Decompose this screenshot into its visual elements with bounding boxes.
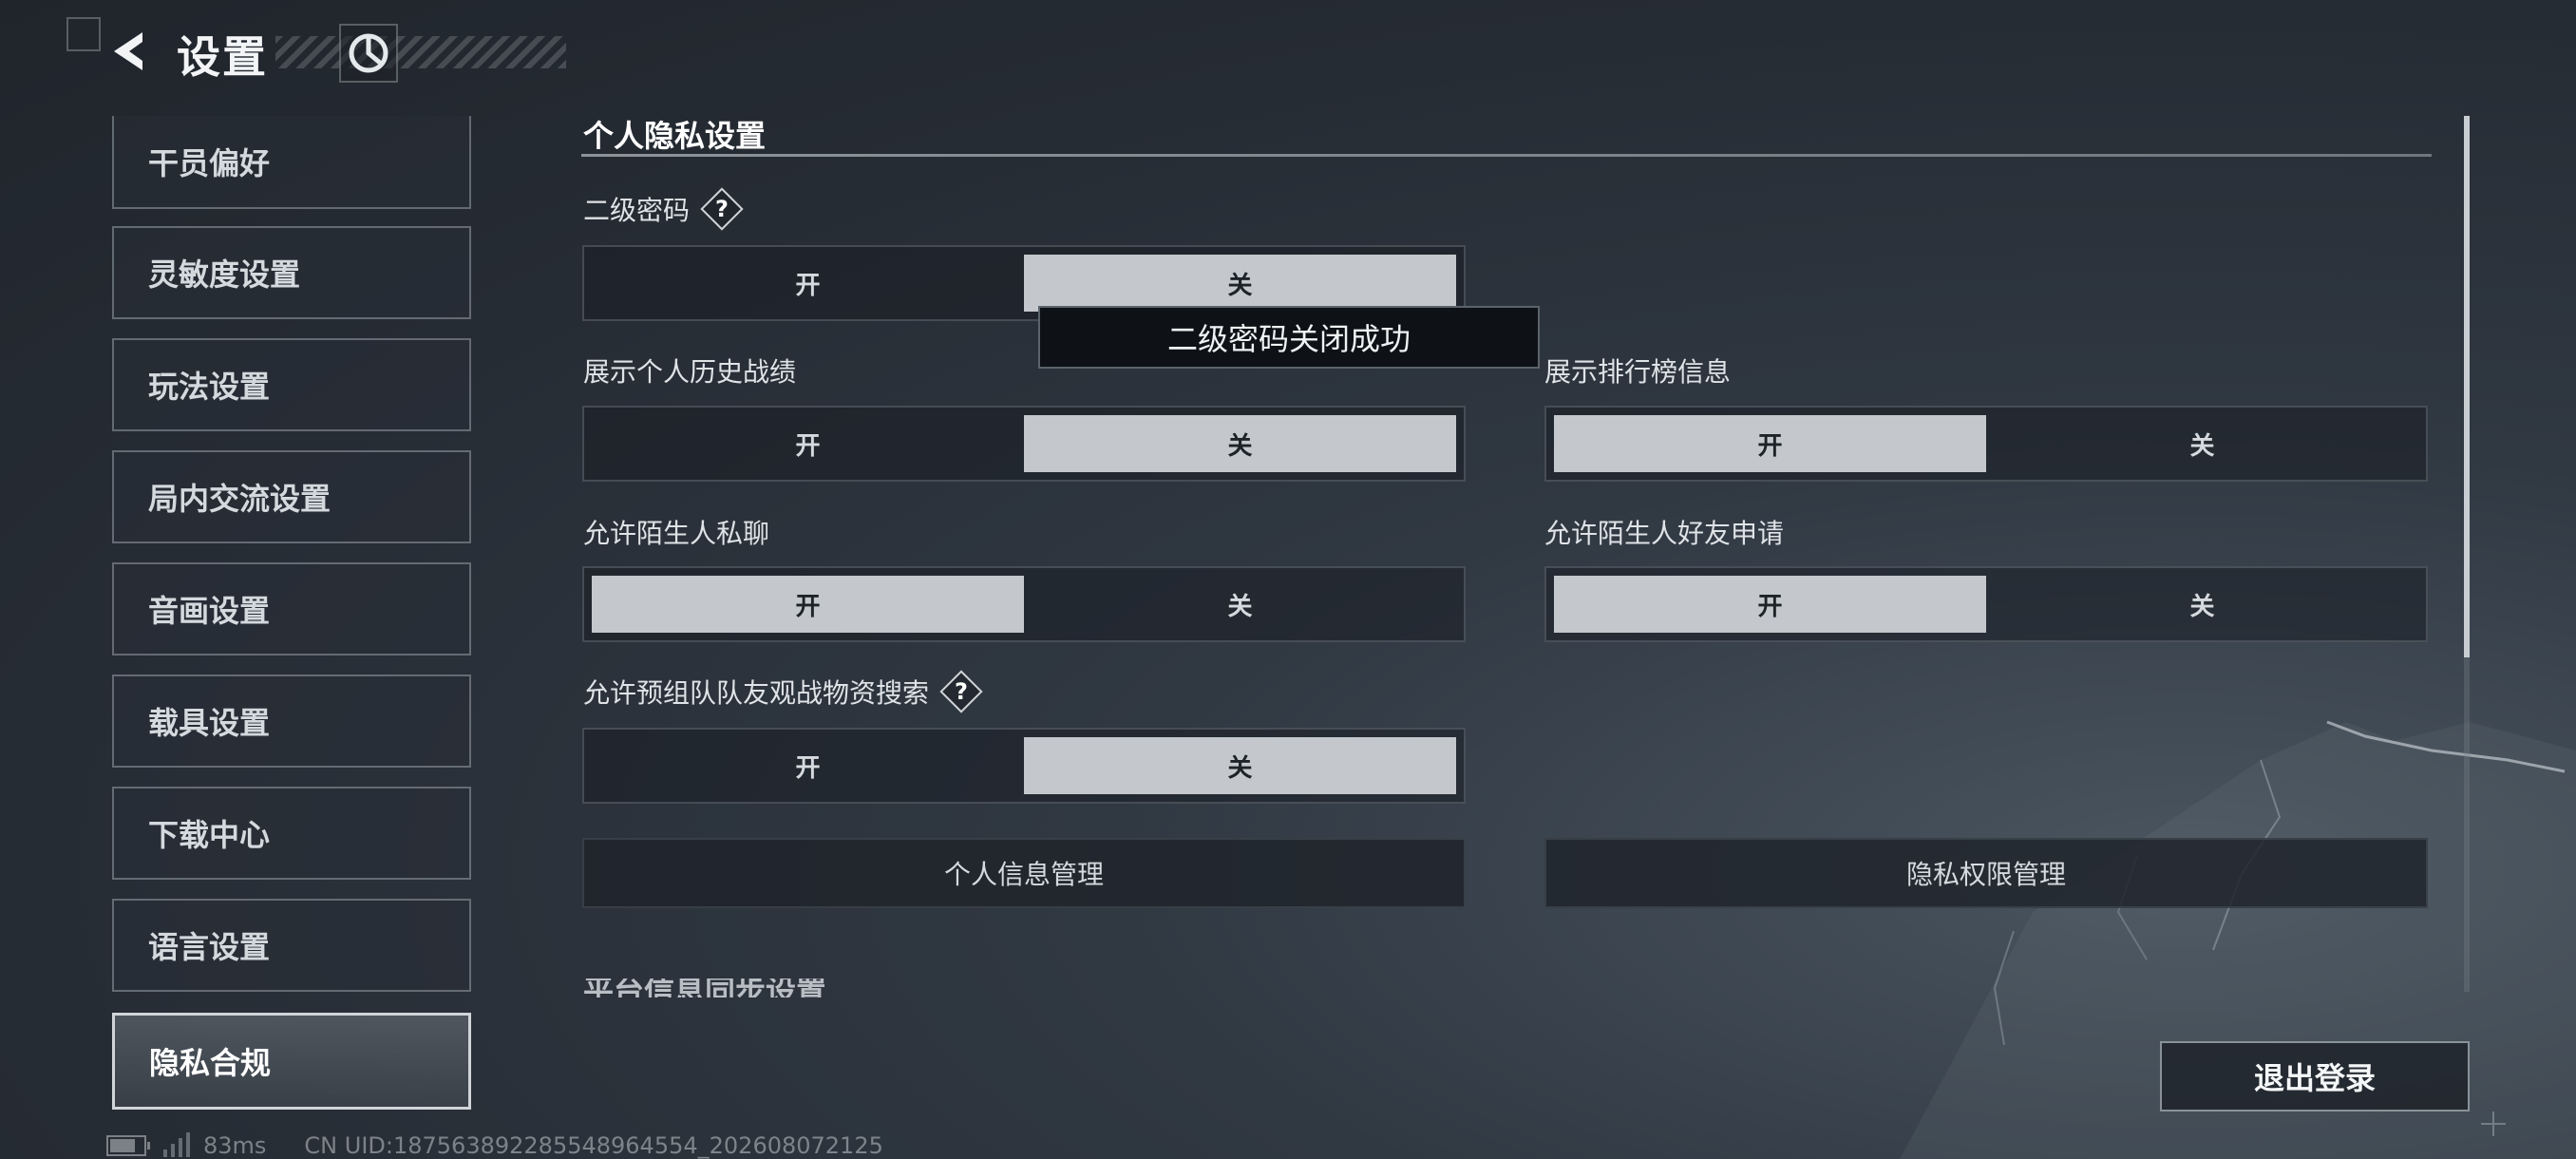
scrollbar-thumb[interactable]	[2464, 116, 2470, 657]
option-on[interactable]: 开	[592, 415, 1024, 472]
option-off[interactable]: 关	[1024, 576, 1456, 633]
back-arrow-icon	[114, 32, 142, 70]
page-title: 设置	[177, 31, 268, 83]
help-icon[interactable]: ?	[942, 673, 980, 711]
sidebar-item-gameplay[interactable]: 玩法设置	[112, 338, 471, 431]
setting-label-stranger-friend-request: 允许陌生人好友申请	[1544, 518, 1785, 549]
ping-value: 83ms	[203, 1132, 267, 1159]
toggle-show-leaderboard: 开 关	[1544, 406, 2428, 482]
setting-label-show-history: 展示个人历史战绩	[583, 356, 797, 388]
section-divider	[581, 154, 2432, 157]
sidebar-item-download-center[interactable]: 下载中心	[112, 787, 471, 880]
plus-icon	[2481, 1112, 2506, 1136]
option-on[interactable]: 开	[592, 576, 1024, 633]
title-stripe-decoration	[275, 36, 566, 68]
section-title: 个人隐私设置	[583, 118, 767, 154]
option-on[interactable]: 开	[1554, 576, 1986, 633]
option-on[interactable]: 开	[592, 255, 1024, 312]
option-on[interactable]: 开	[592, 737, 1024, 794]
setting-label-teammate-spectate-search: 允许预组队队友观战物资搜索 ?	[583, 673, 980, 711]
option-off[interactable]: 关	[1986, 415, 2418, 472]
toggle-stranger-chat: 开 关	[582, 566, 1466, 642]
corner-bracket-decoration	[66, 17, 101, 51]
next-section-title-partial: 平台信息同步设置	[583, 978, 827, 998]
back-button[interactable]	[103, 25, 156, 78]
sidebar-item-operator-preference[interactable]: 干员偏好	[112, 116, 471, 209]
option-off[interactable]: 关	[1024, 255, 1456, 312]
option-off[interactable]: 关	[1024, 415, 1456, 472]
logout-button[interactable]: 退出登录	[2160, 1041, 2470, 1112]
option-on[interactable]: 开	[1554, 415, 1986, 472]
sidebar-item-language[interactable]: 语言设置	[112, 899, 471, 992]
status-bar: 83ms CN UID:18756389228554896455­4_20260…	[106, 1132, 883, 1159]
personal-info-management-button[interactable]: 个人信息管理	[582, 838, 1466, 908]
setting-label-show-leaderboard: 展示排行榜信息	[1544, 356, 1732, 388]
toast-notification: 二级密码关闭成功	[1038, 306, 1540, 369]
game-logo	[339, 24, 398, 83]
sidebar-item-sensitivity[interactable]: 灵敏度设置	[112, 226, 471, 319]
battery-icon	[106, 1135, 150, 1156]
toggle-teammate-spectate-search: 开 关	[582, 728, 1466, 804]
setting-label-secondary-password: 二级密码 ?	[583, 190, 741, 228]
sidebar-item-in-match-communication[interactable]: 局内交流设置	[112, 450, 471, 543]
sidebar-item-privacy-compliance[interactable]: 隐私合规	[112, 1013, 471, 1110]
setting-label-stranger-chat: 允许陌生人私聊	[583, 518, 770, 549]
privacy-permissions-management-button[interactable]: 隐私权限管理	[1544, 838, 2428, 908]
content-scrollbar[interactable]	[2464, 116, 2470, 992]
help-icon[interactable]: ?	[703, 190, 741, 228]
sidebar-item-vehicle[interactable]: 载具设置	[112, 674, 471, 768]
sidebar-item-audio-video[interactable]: 音画设置	[112, 562, 471, 656]
option-off[interactable]: 关	[1024, 737, 1456, 794]
uid-text: CN UID:18756389228554896455­4_2026080721…	[304, 1132, 883, 1159]
game-logo-icon	[349, 33, 388, 73]
option-off[interactable]: 关	[1986, 576, 2418, 633]
signal-icon	[163, 1132, 190, 1157]
toggle-stranger-friend-request: 开 关	[1544, 566, 2428, 642]
toggle-show-history: 开 关	[582, 406, 1466, 482]
